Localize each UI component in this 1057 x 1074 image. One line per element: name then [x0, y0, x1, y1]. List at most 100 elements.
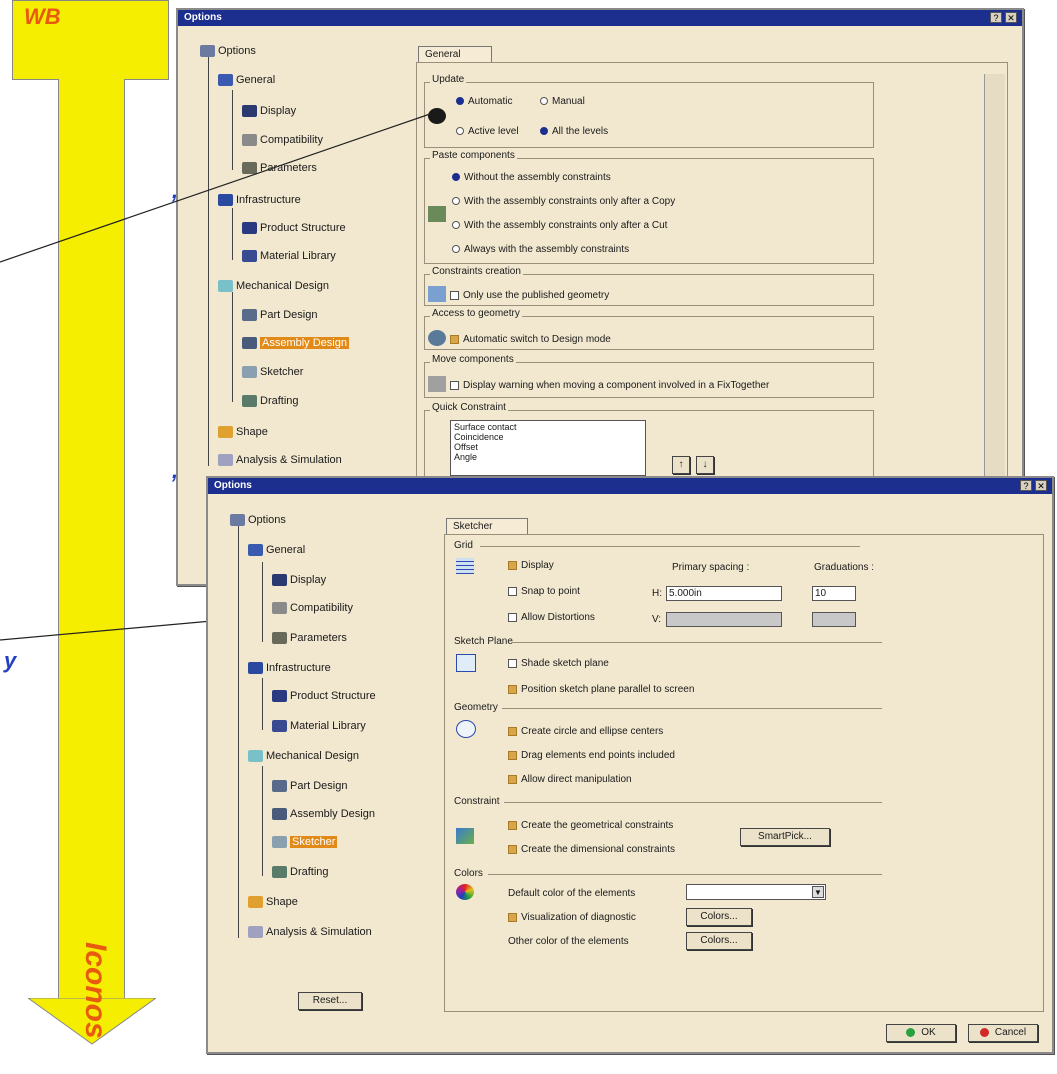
display-icon	[272, 574, 287, 587]
geometry-icon	[456, 720, 476, 738]
tree-item-general[interactable]: General	[248, 544, 306, 557]
sketcher-icon	[272, 836, 287, 849]
tree-item-part-design[interactable]: Part Design	[272, 780, 348, 793]
tree-item-options[interactable]: Options	[230, 514, 286, 527]
tree-label: General	[266, 544, 306, 556]
opt-label: Allow direct manipulation	[521, 774, 632, 785]
infrastructure-icon	[248, 662, 263, 675]
smartpick-button[interactable]: SmartPick...	[740, 828, 830, 846]
default-color-label: Default color of the elements	[508, 888, 636, 899]
checkbox-mark	[508, 844, 517, 854]
reset-button[interactable]: Reset...	[298, 992, 362, 1010]
constraint-title: Constraint	[454, 796, 500, 807]
cancel-button[interactable]: Cancel	[968, 1024, 1038, 1042]
direct-manipulation-checkbox[interactable]: Allow direct manipulation	[508, 774, 632, 785]
tree-item-infrastructure[interactable]: Infrastructure	[248, 662, 331, 675]
grid-divider	[480, 546, 860, 547]
h-spacing-input[interactable]: 5.000in	[666, 586, 782, 601]
grid-display-checkbox[interactable]: Display	[508, 560, 554, 571]
tab-sketcher[interactable]: Sketcher	[446, 518, 528, 534]
tree-item-product-structure[interactable]: Product Structure	[272, 690, 376, 703]
circle-centers-checkbox[interactable]: Create circle and ellipse centers	[508, 726, 663, 737]
checkbox-mark	[508, 750, 517, 760]
sketch-plane-title: Sketch Plane	[454, 636, 513, 647]
drag-end-points-checkbox[interactable]: Drag elements end points included	[508, 750, 675, 761]
opt-label: Create the geometrical constraints	[521, 820, 674, 831]
tree-item-parameters[interactable]: Parameters	[272, 632, 347, 645]
tree-item-sketcher[interactable]: Sketcher	[272, 836, 338, 849]
other-color-label: Other color of the elements	[508, 936, 629, 947]
tree-line	[262, 562, 263, 642]
window-title: Options	[214, 480, 252, 491]
tree-line	[238, 524, 239, 938]
snap-to-point-checkbox[interactable]: Snap to point	[508, 586, 580, 597]
tree-label: Product Structure	[290, 690, 376, 702]
default-color-select[interactable]: ▼	[686, 884, 826, 900]
grid-title: Grid	[454, 540, 473, 551]
help-button[interactable]: ?	[1020, 480, 1032, 491]
tree-item-mechanical-design[interactable]: Mechanical Design	[248, 750, 359, 763]
opt-label: Shade sketch plane	[521, 658, 609, 669]
sketch-plane-icon	[456, 654, 476, 672]
other-colors-button[interactable]: Colors...	[686, 932, 752, 950]
constraint-divider	[504, 802, 882, 803]
tree-label: Compatibility	[290, 602, 353, 614]
part-design-icon	[272, 780, 287, 793]
primary-spacing-label: Primary spacing :	[672, 562, 750, 573]
checkbox-mark	[508, 726, 517, 736]
tree-label: Drafting	[290, 866, 329, 878]
options-window-sketcher: Options ? ✕ Options General Display Comp…	[206, 476, 1054, 1054]
visualization-diagnostic-checkbox[interactable]: Visualization of diagnostic	[508, 912, 636, 923]
cancel-icon	[979, 1027, 989, 1037]
tree-label: Shape	[266, 896, 298, 908]
color-wheel-icon	[456, 884, 474, 900]
sketch-plane-divider	[512, 642, 882, 643]
h-graduations-input[interactable]: 10	[812, 586, 856, 601]
ok-button[interactable]: OK	[886, 1024, 956, 1042]
v-graduations-input	[812, 612, 856, 627]
checkbox-mark	[508, 658, 517, 668]
tree-line	[262, 766, 263, 876]
tree-item-drafting[interactable]: Drafting	[272, 866, 329, 879]
title-bar: Options	[208, 478, 1052, 494]
diagnostic-colors-button[interactable]: Colors...	[686, 908, 752, 926]
allow-distortions-checkbox[interactable]: Allow Distortions	[508, 612, 595, 623]
dimensional-constraints-checkbox[interactable]: Create the dimensional constraints	[508, 844, 675, 855]
shade-sketch-plane-checkbox[interactable]: Shade sketch plane	[508, 658, 609, 669]
graduations-label: Graduations :	[814, 562, 875, 573]
tree-item-display[interactable]: Display	[272, 574, 327, 587]
opt-label: Snap to point	[521, 586, 580, 597]
colors-title: Colors	[454, 868, 483, 879]
tree-label: Display	[290, 574, 327, 586]
checkbox-mark	[508, 612, 517, 622]
tree-label: Assembly Design	[290, 808, 375, 820]
close-button[interactable]: ✕	[1035, 480, 1047, 491]
assembly-design-icon	[272, 808, 287, 821]
tree-item-shape[interactable]: Shape	[248, 896, 298, 909]
tree-label: Options	[248, 514, 286, 526]
position-sketch-plane-checkbox[interactable]: Position sketch plane parallel to screen	[508, 684, 694, 695]
v-spacing-input	[666, 612, 782, 627]
material-library-icon	[272, 720, 287, 733]
checkbox-mark	[508, 560, 517, 570]
geometrical-constraints-checkbox[interactable]: Create the geometrical constraints	[508, 820, 673, 831]
tree-item-material-library[interactable]: Material Library	[272, 720, 366, 733]
tree-item-analysis-simulation[interactable]: Analysis & Simulation	[248, 926, 372, 939]
opt-label: Position sketch plane parallel to screen	[521, 684, 695, 695]
checkbox-mark	[508, 912, 517, 922]
mechanical-design-icon	[248, 750, 263, 763]
tree-label: Part Design	[290, 780, 348, 792]
checkbox-mark	[508, 684, 517, 694]
options-icon	[230, 514, 245, 527]
tree-item-compatibility[interactable]: Compatibility	[272, 602, 353, 615]
tree-item-assembly-design[interactable]: Assembly Design	[272, 808, 375, 821]
opt-label: Visualization of diagnostic	[521, 912, 636, 923]
general-icon	[248, 544, 263, 557]
checkbox-mark	[508, 820, 517, 830]
checkbox-mark	[508, 586, 517, 596]
compatibility-icon	[272, 602, 287, 615]
dropdown-arrow-icon[interactable]: ▼	[812, 886, 824, 898]
product-structure-icon	[272, 690, 287, 703]
tree-label: Analysis & Simulation	[266, 926, 372, 938]
analysis-icon	[248, 926, 263, 939]
